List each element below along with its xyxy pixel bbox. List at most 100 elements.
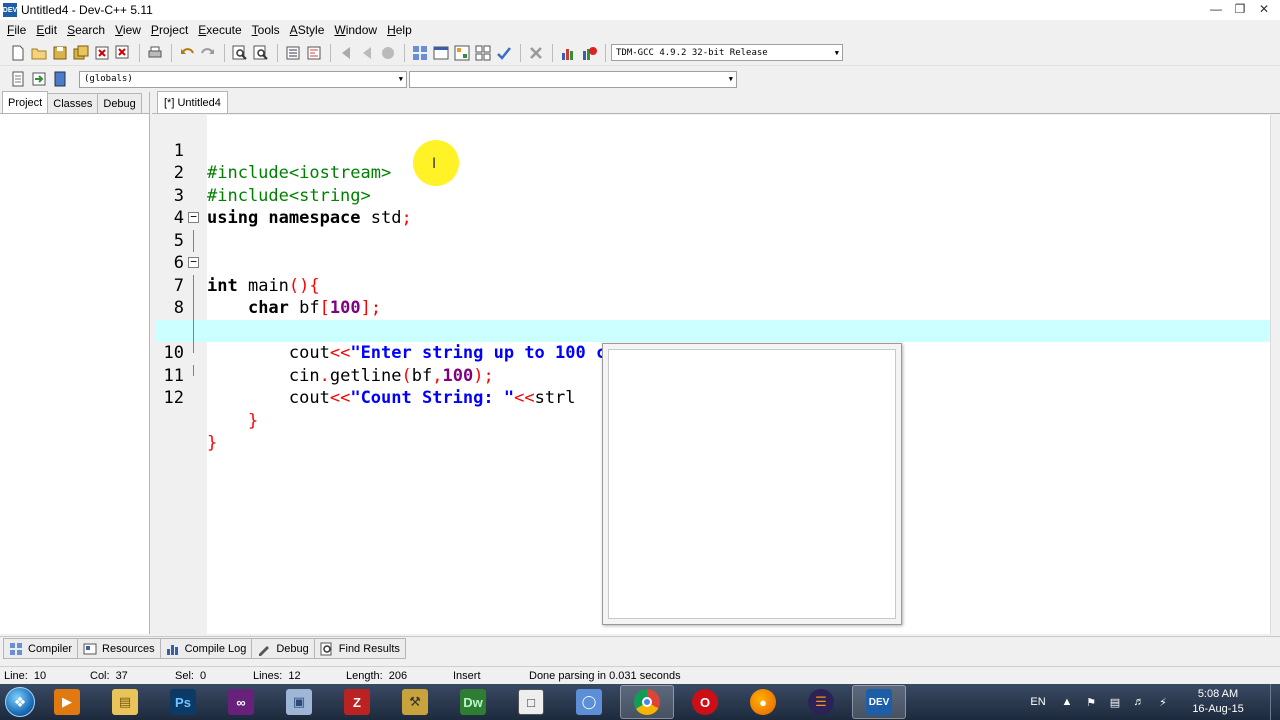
- toolbar-separator: [224, 43, 225, 62]
- toolbar-separator: [171, 43, 172, 62]
- taskbar-window-app[interactable]: □: [504, 685, 558, 719]
- tab-compiler-label: Compiler: [28, 642, 73, 655]
- compile-run-icon[interactable]: [452, 43, 472, 63]
- action-center-icon[interactable]: ⚑: [1082, 693, 1100, 711]
- menu-tools[interactable]: Tools: [249, 23, 287, 37]
- taskbar-explorer[interactable]: ▤: [98, 685, 152, 719]
- fold-toggle-icon[interactable]: −: [188, 211, 199, 223]
- syntax-check-icon[interactable]: [494, 43, 514, 63]
- delete-profile-icon[interactable]: [579, 43, 599, 63]
- menu-file[interactable]: File: [4, 23, 33, 37]
- menu-project[interactable]: Project: [148, 23, 195, 37]
- run-icon[interactable]: [431, 43, 451, 63]
- text-cursor-icon: I: [432, 156, 437, 172]
- taskbar-photoshop[interactable]: Ps: [156, 685, 210, 719]
- stop-execution-icon[interactable]: [526, 43, 546, 63]
- indent-icon[interactable]: [283, 43, 303, 63]
- menu-window[interactable]: Window: [331, 23, 384, 37]
- code-line: 9 cin.getline(bf,100);: [155, 297, 1275, 386]
- status-col-label: Col:: [90, 670, 110, 682]
- tray-expand-icon[interactable]: ▲: [1058, 693, 1076, 711]
- member-select[interactable]: ▼: [409, 70, 737, 88]
- status-bar: Line: 10 Col: 37 Sel: 0 Lines: 12 Length: 206…: [0, 666, 1280, 684]
- menu-astyle[interactable]: AStyle: [287, 23, 332, 37]
- taskbar-media-player[interactable]: ▶: [40, 685, 94, 719]
- replace-icon[interactable]: [251, 43, 271, 63]
- tab-project[interactable]: Project: [2, 91, 49, 113]
- save-icon[interactable]: [50, 43, 70, 63]
- opera-icon: O: [692, 689, 718, 715]
- fold-guide: [193, 364, 194, 376]
- chevron-down-icon: ▼: [398, 75, 403, 83]
- volume-icon[interactable]: ♬: [1130, 693, 1148, 711]
- editor-tab-bar: [*] Untitled4: [152, 91, 1280, 114]
- tab-compiler[interactable]: Compiler: [3, 638, 79, 659]
- taskbar-devcpp[interactable]: DEV: [852, 685, 906, 719]
- close-all-icon[interactable]: [113, 43, 133, 63]
- fold-toggle-icon[interactable]: −: [188, 256, 199, 268]
- window-icon: □: [518, 689, 544, 715]
- tab-resources[interactable]: Resources: [77, 638, 161, 659]
- power-icon[interactable]: ⚡: [1154, 693, 1172, 711]
- close-file-icon[interactable]: [92, 43, 112, 63]
- compiler-select[interactable]: TDM-GCC 4.9.2 32-bit Release ▼: [611, 44, 843, 61]
- tab-compile-log[interactable]: Compile Log: [159, 638, 253, 659]
- scope-select-value: (globals): [84, 74, 133, 84]
- completion-list[interactable]: [608, 349, 896, 619]
- taskbar-tools[interactable]: ⚒: [388, 685, 442, 719]
- open-file-icon[interactable]: [29, 43, 49, 63]
- restore-button[interactable]: ❐: [1228, 0, 1252, 18]
- window-title: Untitled4 - Dev-C++ 5.11: [21, 3, 153, 17]
- undo-icon[interactable]: [177, 43, 197, 63]
- bookmark-prev-icon[interactable]: [336, 43, 356, 63]
- clock[interactable]: 5:08 AM 16-Aug-15: [1178, 687, 1258, 717]
- language-indicator[interactable]: EN: [1024, 693, 1052, 711]
- menu-edit[interactable]: Edit: [33, 23, 64, 37]
- editor-scrollbar[interactable]: [1270, 115, 1280, 634]
- toggle-bookmark-icon[interactable]: [29, 69, 49, 89]
- menu-execute[interactable]: Execute: [195, 23, 248, 37]
- status-line: Line: 10: [4, 670, 46, 682]
- taskbar-firefox[interactable]: ●: [736, 685, 790, 719]
- unindent-icon[interactable]: [304, 43, 324, 63]
- taskbar-visual-studio[interactable]: ∞: [214, 685, 268, 719]
- profile-icon[interactable]: [558, 43, 578, 63]
- taskbar-network-app[interactable]: ◯: [562, 685, 616, 719]
- taskbar-filezilla[interactable]: Z: [330, 685, 384, 719]
- start-button[interactable]: ❖: [0, 684, 40, 720]
- tab-debug-output[interactable]: Debug: [251, 638, 315, 659]
- tab-find-results-label: Find Results: [338, 642, 400, 655]
- scope-select[interactable]: (globals) ▼: [79, 70, 407, 88]
- debug-icon: [257, 642, 271, 656]
- goto-bookmark-icon[interactable]: [50, 69, 70, 89]
- insert-icon[interactable]: [8, 69, 28, 89]
- box-icon: ▣: [286, 689, 312, 715]
- new-file-icon[interactable]: [8, 43, 28, 63]
- taskbar-3d-app[interactable]: ▣: [272, 685, 326, 719]
- taskbar-dreamweaver[interactable]: Dw: [446, 685, 500, 719]
- minimize-button[interactable]: —: [1204, 0, 1228, 18]
- close-button[interactable]: ✕: [1252, 0, 1276, 18]
- taskbar-chrome[interactable]: [620, 685, 674, 719]
- save-all-icon[interactable]: [71, 43, 91, 63]
- goto-line-icon[interactable]: [378, 43, 398, 63]
- editor-tab-untitled4[interactable]: [*] Untitled4: [157, 91, 228, 113]
- menu-help[interactable]: Help: [384, 23, 419, 37]
- rebuild-icon[interactable]: [473, 43, 493, 63]
- find-icon[interactable]: [230, 43, 250, 63]
- tab-find-results[interactable]: Find Results: [313, 638, 406, 659]
- print-icon[interactable]: [145, 43, 165, 63]
- redo-icon[interactable]: [198, 43, 218, 63]
- tab-debug[interactable]: Debug: [97, 93, 142, 113]
- network-icon[interactable]: ▤: [1106, 693, 1124, 711]
- toolbar-separator: [605, 43, 606, 62]
- show-desktop-button[interactable]: [1270, 684, 1280, 720]
- menu-search[interactable]: Search: [64, 23, 112, 37]
- tab-classes[interactable]: Classes: [47, 93, 99, 113]
- compile-icon[interactable]: [410, 43, 430, 63]
- taskbar-eclipse[interactable]: ☰: [794, 685, 848, 719]
- bookmark-next-icon[interactable]: [357, 43, 377, 63]
- fold-guide: [193, 229, 194, 252]
- taskbar-opera[interactable]: O: [678, 685, 732, 719]
- menu-view[interactable]: View: [112, 23, 148, 37]
